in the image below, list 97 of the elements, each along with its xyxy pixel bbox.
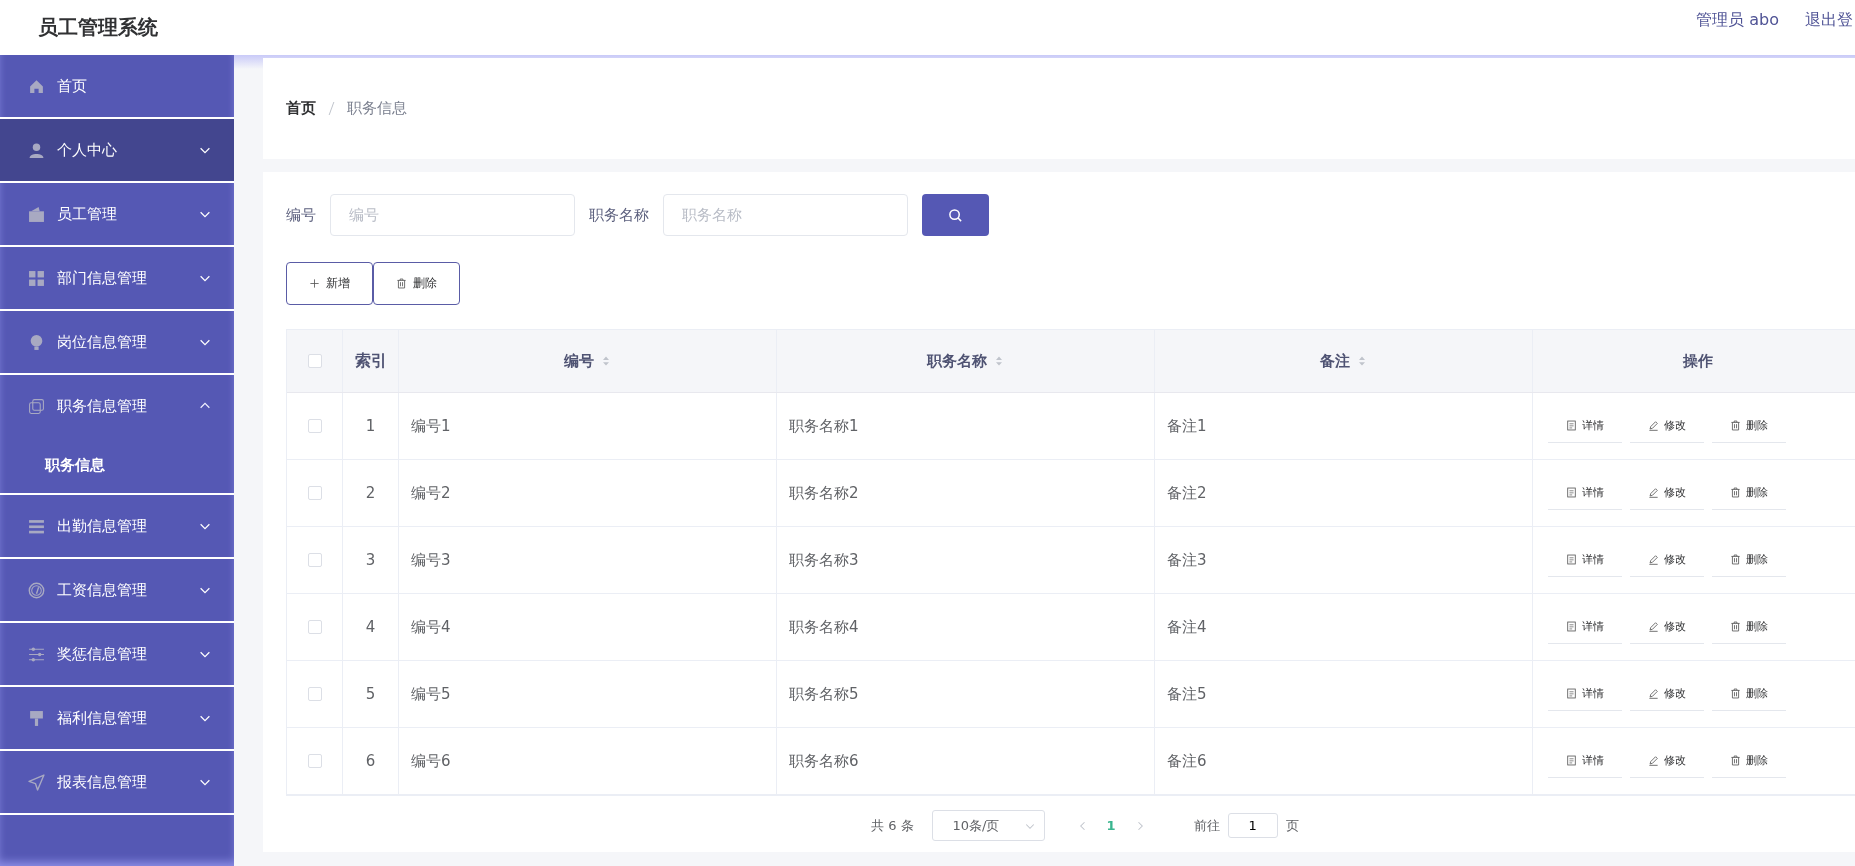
gauge-icon bbox=[28, 581, 45, 599]
pen-icon bbox=[1648, 420, 1659, 431]
field-label: 编号 bbox=[286, 205, 316, 225]
menu-item[interactable]: 首页 bbox=[0, 55, 234, 117]
breadcrumb-item: 职务信息 bbox=[347, 99, 407, 118]
table-cell: 编号2 bbox=[411, 483, 451, 503]
pen-icon bbox=[1648, 755, 1659, 766]
pen-icon bbox=[1648, 554, 1659, 565]
table-cell: 3 bbox=[365, 551, 376, 569]
menu-item[interactable]: 职务信息管理 bbox=[0, 375, 234, 437]
bulb-icon bbox=[28, 333, 45, 351]
user-link[interactable]: 管理员 abo bbox=[1696, 10, 1779, 31]
table-cell: 5 bbox=[365, 685, 376, 703]
table-cell: 职务名称6 bbox=[789, 751, 859, 771]
table-cell: 职务名称1 bbox=[789, 416, 859, 436]
table-cell: 备注4 bbox=[1167, 617, 1207, 637]
table-cell: 编号1 bbox=[411, 416, 451, 436]
search-field[interactable]: 编号 bbox=[330, 194, 575, 236]
trash-icon bbox=[1730, 621, 1741, 632]
table-cell: 职务名称2 bbox=[789, 483, 859, 503]
grid-icon bbox=[28, 269, 45, 287]
menu-item[interactable]: 奖惩信息管理 bbox=[0, 623, 234, 685]
menu-item[interactable]: 个人中心 bbox=[0, 119, 234, 181]
table-cell: 职务名称5 bbox=[789, 684, 859, 704]
table-cell: 职务名称3 bbox=[789, 550, 859, 570]
menu-item[interactable]: 报表信息管理 bbox=[0, 751, 234, 813]
submenu-item[interactable]: 职务信息 bbox=[0, 437, 234, 493]
document-icon bbox=[1566, 487, 1577, 498]
checkbox[interactable] bbox=[307, 553, 322, 567]
trash-icon bbox=[396, 278, 407, 289]
table-cell: 编号3 bbox=[411, 550, 451, 570]
user-icon bbox=[28, 141, 45, 159]
menu-item[interactable]: 福利信息管理 bbox=[0, 687, 234, 749]
pen-icon bbox=[1648, 487, 1659, 498]
menu-item[interactable]: 岗位信息管理 bbox=[0, 311, 234, 373]
list-icon bbox=[28, 517, 45, 535]
column-header: 操作 bbox=[1683, 351, 1713, 371]
pen-icon bbox=[1648, 621, 1659, 632]
document-icon bbox=[1566, 688, 1577, 699]
home-icon bbox=[28, 77, 45, 95]
menu-item[interactable]: 出勤信息管理 bbox=[0, 495, 234, 557]
logout-link[interactable]: 退出登 bbox=[1805, 10, 1853, 31]
table-cell: 2 bbox=[365, 484, 376, 502]
column-header[interactable]: 编号 bbox=[563, 351, 594, 371]
checkbox[interactable] bbox=[307, 419, 322, 433]
search-field[interactable]: 职务名称 bbox=[663, 194, 908, 236]
trash-icon bbox=[1730, 755, 1741, 766]
checkbox[interactable] bbox=[307, 486, 322, 500]
plus-icon bbox=[309, 278, 320, 289]
table-cell: 编号4 bbox=[411, 617, 451, 637]
table-cell: 备注5 bbox=[1167, 684, 1207, 704]
table-cell: 备注3 bbox=[1167, 550, 1207, 570]
table-cell: 职务名称4 bbox=[789, 617, 859, 637]
add-button[interactable]: 新增 bbox=[286, 262, 373, 305]
app-title: 员工管理系统 bbox=[38, 14, 158, 41]
column-header: 索引 bbox=[343, 330, 399, 392]
table-cell: 备注6 bbox=[1167, 751, 1207, 771]
goto-label: 前往 bbox=[1193, 816, 1220, 835]
page-suffix: 页 bbox=[1285, 816, 1299, 835]
checkbox[interactable] bbox=[307, 354, 322, 368]
checkbox[interactable] bbox=[307, 620, 322, 634]
document-icon bbox=[1566, 621, 1577, 632]
checkbox[interactable] bbox=[307, 687, 322, 701]
search-icon bbox=[948, 207, 963, 223]
search-button[interactable] bbox=[922, 194, 989, 236]
page-input[interactable]: 1 bbox=[1227, 813, 1278, 838]
trash-icon bbox=[1730, 487, 1741, 498]
table-cell: 4 bbox=[365, 618, 376, 636]
brush-icon bbox=[28, 709, 45, 727]
copy-icon bbox=[28, 397, 45, 415]
checkbox[interactable] bbox=[307, 754, 322, 768]
table-cell: 6 bbox=[365, 752, 376, 770]
delete-button[interactable]: 删除 bbox=[373, 262, 460, 305]
document-icon bbox=[1566, 755, 1577, 766]
table-cell: 备注2 bbox=[1167, 483, 1207, 503]
trash-icon bbox=[1730, 420, 1741, 431]
column-header[interactable]: 职务名称 bbox=[926, 351, 987, 371]
send-icon bbox=[28, 773, 45, 791]
page-size-select[interactable]: 10条/页 bbox=[931, 810, 1045, 841]
trash-icon bbox=[1730, 688, 1741, 699]
total-count: 共 6 条 bbox=[871, 816, 914, 835]
breadcrumb-item[interactable]: 首页 bbox=[286, 99, 316, 118]
table-cell: 编号5 bbox=[411, 684, 451, 704]
field-label: 职务名称 bbox=[589, 205, 649, 225]
document-icon bbox=[1566, 420, 1577, 431]
trash-icon bbox=[1730, 554, 1741, 565]
table-cell: 编号6 bbox=[411, 751, 451, 771]
menu-item[interactable]: 部门信息管理 bbox=[0, 247, 234, 309]
pen-icon bbox=[1648, 688, 1659, 699]
menu-item[interactable]: 工资信息管理 bbox=[0, 559, 234, 621]
table-cell: 1 bbox=[365, 417, 376, 435]
column-header[interactable]: 备注 bbox=[1319, 351, 1350, 371]
sliders-icon bbox=[28, 645, 45, 663]
wallet-icon bbox=[28, 205, 45, 223]
table-cell: 备注1 bbox=[1167, 416, 1207, 436]
menu-item[interactable]: 员工管理 bbox=[0, 183, 234, 245]
document-icon bbox=[1566, 554, 1577, 565]
